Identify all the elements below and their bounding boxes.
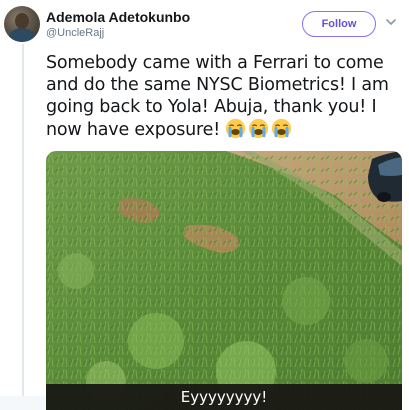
loudly-crying-face-icon	[249, 118, 269, 139]
tweet-body: Somebody came with a Ferrari to come and…	[46, 53, 389, 140]
author-block[interactable]: Ademola Adetokunbo @UncleRajj	[46, 9, 190, 41]
tweet-media-photo[interactable]: Eyyyyyyyy!	[46, 151, 402, 410]
grass-slope-photo	[46, 151, 402, 410]
loudly-crying-face-icon	[272, 118, 292, 139]
author-handle[interactable]: @UncleRajj	[46, 26, 190, 41]
author-display-name[interactable]: Ademola Adetokunbo	[46, 9, 190, 26]
follow-button[interactable]: Follow	[302, 11, 376, 37]
tweet-card: Ademola Adetokunbo @UncleRajj Follow Som…	[0, 0, 409, 410]
avatar[interactable]	[4, 6, 40, 42]
avatar-face	[15, 13, 29, 29]
chevron-down-icon[interactable]	[384, 15, 398, 29]
photo-caption: Eyyyyyyyy!	[46, 384, 402, 410]
thread-line	[22, 44, 24, 410]
avatar-shirt	[9, 28, 35, 42]
footer-strip	[0, 396, 46, 410]
emoji-row	[225, 118, 294, 140]
tweet-text: Somebody came with a Ferrari to come and…	[46, 52, 398, 141]
loudly-crying-face-icon	[226, 118, 246, 139]
